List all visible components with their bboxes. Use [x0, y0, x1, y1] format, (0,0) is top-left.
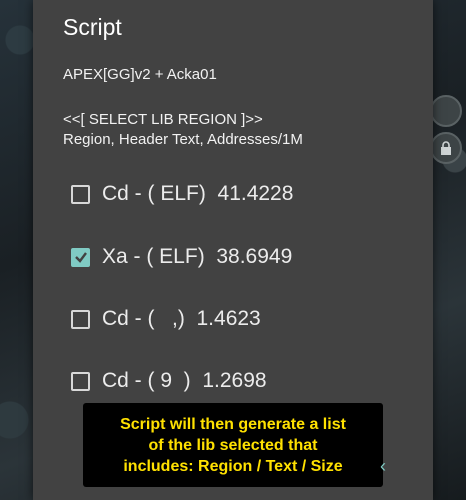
tooltip-line-1: Script will then generate a list [120, 415, 346, 433]
option-label: Xa - ( ELF) 38.6949 [102, 245, 293, 268]
check-icon [74, 252, 87, 263]
section-header: <<[ SELECT LIB REGION ]>> [63, 111, 263, 128]
section-description: <<[ SELECT LIB REGION ]>> Region, Header… [63, 110, 303, 150]
option-row-1[interactable]: Cd - ( ELF) 41.4228 [71, 178, 293, 210]
lock-icon[interactable] [430, 132, 462, 164]
option-label: Cd - ( 9 ) 1.2698 [102, 369, 267, 392]
tooltip-line-3: includes: Region / Text / Size [123, 457, 343, 475]
option-row-3[interactable]: Cd - ( ,) 1.4623 [71, 303, 261, 335]
option-row-4[interactable]: Cd - ( 9 ) 1.2698 [71, 365, 267, 397]
annotation-tooltip: Script will then generate a list of the … [83, 403, 383, 487]
checkbox-icon[interactable] [71, 247, 90, 267]
section-columns: Region, Header Text, Addresses/1M [63, 131, 303, 148]
script-name: APEX[GG]v2 + Acka01 [63, 66, 217, 83]
tooltip-line-2: of the lib selected that [148, 436, 318, 454]
checkbox-icon[interactable] [71, 309, 90, 329]
option-label: Cd - ( ,) 1.4623 [102, 307, 261, 330]
side-knob[interactable] [430, 95, 462, 127]
option-label: Cd - ( ELF) 41.4228 [102, 182, 294, 205]
option-row-2[interactable]: Xa - ( ELF) 38.6949 [71, 241, 292, 273]
checkbox-icon[interactable] [71, 184, 90, 204]
chevron-left-icon[interactable]: ‹ [380, 456, 386, 477]
checkbox-icon[interactable] [71, 371, 90, 391]
dialog-title: Script [63, 14, 122, 40]
